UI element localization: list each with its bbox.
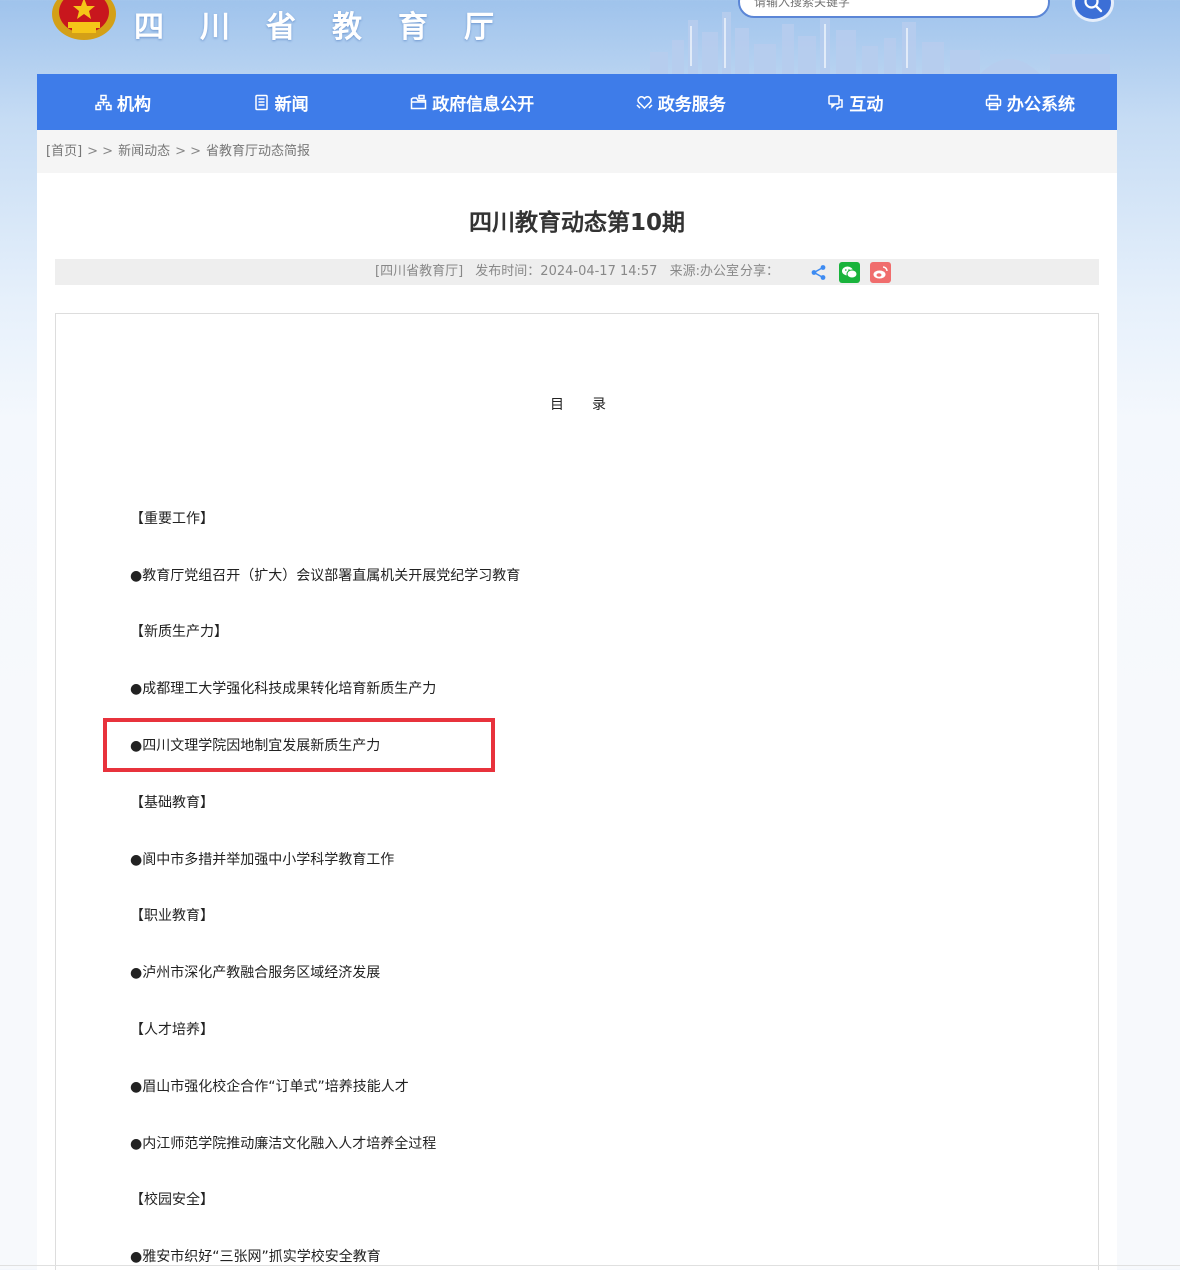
toc-item[interactable]: ●内江师范学院推动廉洁文化融入人才培养全过程 [130, 1133, 436, 1153]
chat-icon [828, 94, 844, 111]
share-icon [811, 265, 826, 280]
breadcrumb-separator: > > [87, 144, 114, 159]
toc-item[interactable]: ●眉山市强化校企合作“订单式”培养技能人才 [130, 1076, 409, 1096]
toc-item[interactable]: ●教育厅党组召开（扩大）会议部署直属机关开展党纪学习教育 [130, 565, 520, 585]
article-container: 四川教育动态第10期 [四川省教育厅] 发布时间：2024-04-17 14:5… [37, 173, 1117, 1270]
nav-item-label: 互动 [849, 94, 884, 115]
folder-icon [410, 94, 427, 109]
toc-section-heading: 【人才培养】 [130, 1022, 214, 1038]
share-wechat-button[interactable] [839, 262, 860, 283]
nav-item-gov-info[interactable]: 政府信息公开 [410, 74, 534, 130]
nav-item-news[interactable]: 新闻 [253, 74, 309, 130]
page-bottom-divider [0, 1265, 1180, 1266]
toc-section-heading: 【校园安全】 [130, 1192, 214, 1208]
share-button[interactable] [808, 262, 829, 283]
article-body: 目录 【重要工作】 ●教育厅党组召开（扩大）会议部署直属机关开展党纪学习教育 【… [55, 313, 1099, 1270]
printer-icon [985, 94, 1002, 110]
heart-hand-icon [636, 95, 653, 109]
toc-section-heading: 【重要工作】 [130, 511, 214, 527]
nav-item-interact[interactable]: 互动 [827, 74, 883, 130]
org-chart-icon [95, 94, 112, 110]
main-nav: 机构 新闻 政府信息公开 政务服务 互动 办公系统 [37, 74, 1117, 130]
toc-section-heading: 【基础教育】 [130, 795, 214, 811]
breadcrumb-home-link[interactable]: [首页] [46, 144, 82, 159]
nav-item-services[interactable]: 政务服务 [636, 74, 726, 130]
share-label: 分享： [740, 264, 780, 279]
site-header: 四川省教育厅 [0, 0, 1180, 74]
breadcrumb: [首页] > > 新闻动态 > > 省教育厅动态简报 [37, 130, 1117, 173]
toc-item[interactable]: ●阆中市多措并举加强中小学科学教育工作 [130, 849, 394, 869]
toc-section-heading: 【职业教育】 [130, 908, 214, 924]
nav-item-label: 机构 [117, 94, 151, 115]
toc-item[interactable]: ●雅安市织好“三张网”抓实学校安全教育 [130, 1246, 381, 1266]
search-input[interactable] [738, 0, 1050, 18]
toc-section-heading: 【新质生产力】 [130, 624, 228, 640]
share-weibo-button[interactable] [870, 262, 891, 283]
toc-item-highlighted[interactable]: ●四川文理学院因地制宜发展新质生产力 [130, 735, 380, 755]
site-title: 四川省教育厅 [134, 10, 530, 45]
search-icon [1084, 0, 1103, 13]
nav-item-label: 政府信息公开 [432, 94, 535, 115]
national-emblem-icon [52, 0, 116, 40]
toc-item[interactable]: ●成都理工大学强化科技成果转化培育新质生产力 [130, 678, 436, 698]
wechat-icon [842, 266, 858, 279]
article-meta: [四川省教育厅] 发布时间：2024-04-17 14:57 来源:办公室 [375, 259, 747, 285]
breadcrumb-news-link[interactable]: 新闻动态 [118, 144, 170, 159]
nav-item-org[interactable]: 机构 [95, 74, 151, 130]
article-meta-bar: [四川省教育厅] 发布时间：2024-04-17 14:57 来源:办公室 分享… [55, 259, 1099, 285]
nav-item-office[interactable]: 办公系统 [985, 74, 1075, 130]
article-source: 来源:办公室 [669, 264, 739, 279]
newspaper-icon [254, 94, 268, 110]
publisher: [四川省教育厅] [375, 264, 464, 279]
nav-item-label: 办公系统 [1006, 94, 1075, 115]
breadcrumb-separator: > > [175, 144, 202, 159]
nav-item-label: 新闻 [274, 94, 309, 115]
page-title: 四川教育动态第10期 [468, 210, 685, 236]
breadcrumb-bulletin-link[interactable]: 省教育厅动态简报 [206, 144, 310, 159]
nav-item-label: 政务服务 [657, 94, 726, 115]
weibo-icon [873, 266, 888, 279]
toc-item[interactable]: ●泸州市深化产教融合服务区域经济发展 [130, 962, 380, 982]
toc-title: 目录 [550, 397, 634, 413]
publish-time: 发布时间：2024-04-17 14:57 [475, 264, 658, 279]
